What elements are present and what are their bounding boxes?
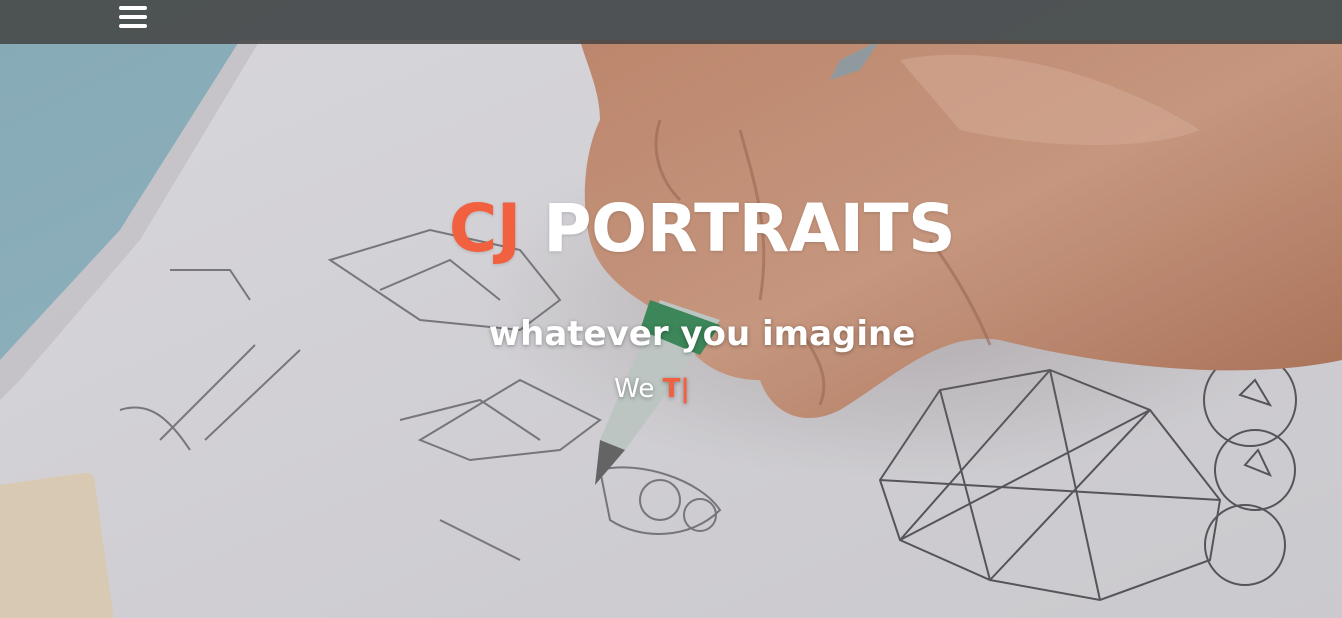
page: CJ PORTRAITS whatever you imagine We T| <box>0 0 1342 618</box>
typing-word: T <box>662 374 681 404</box>
typing-cursor: | <box>680 374 690 404</box>
hero-content: CJ PORTRAITS whatever you imagine We T| <box>0 0 1342 618</box>
typing-text: We T| <box>0 370 1304 408</box>
site-title: CJ PORTRAITS <box>0 186 1342 272</box>
hero-tagline: whatever you imagine <box>488 314 916 354</box>
typing-prefix: We <box>614 374 655 404</box>
site-title-main: PORTRAITS <box>543 190 956 267</box>
site-title-accent: CJ <box>448 190 522 267</box>
